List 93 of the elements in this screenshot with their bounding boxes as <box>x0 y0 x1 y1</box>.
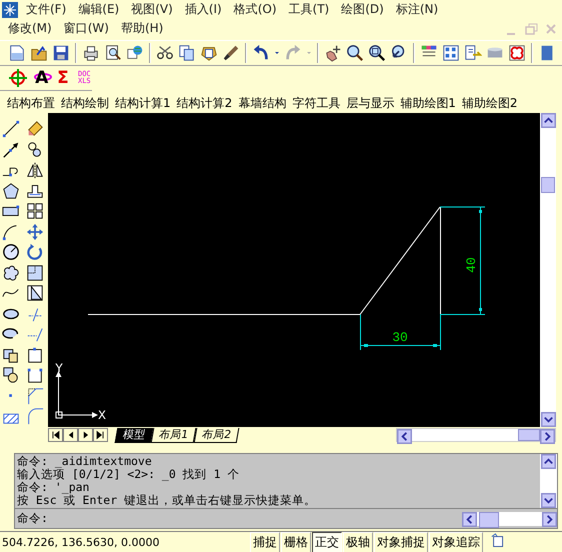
cloud-icon[interactable] <box>508 44 526 62</box>
command-line: 命令: _aidimtextmove <box>17 455 153 468</box>
status-toggle[interactable]: 捕捉 <box>250 532 280 552</box>
eraser-icon[interactable] <box>26 120 44 138</box>
menu-tab[interactable]: 结构绘制 <box>58 94 112 112</box>
make-block-icon[interactable] <box>2 366 20 384</box>
toolbar-button[interactable]: Σ <box>55 68 71 88</box>
line-icon[interactable] <box>2 120 20 138</box>
axis-label: X <box>98 408 106 423</box>
menu-item[interactable]: 视图(V) <box>125 1 179 18</box>
scroll-thumb[interactable] <box>541 177 555 193</box>
menu-item[interactable]: 工具(T) <box>282 1 336 18</box>
menu-item[interactable]: 帮助(H) <box>114 20 170 37</box>
scroll-thumb[interactable] <box>479 512 499 528</box>
axis-label: Y <box>55 361 63 376</box>
array-icon[interactable] <box>26 202 44 220</box>
scale-icon[interactable] <box>26 264 44 282</box>
chamfer-icon[interactable] <box>26 386 44 404</box>
brush-icon[interactable] <box>222 44 240 62</box>
document-arrow-icon[interactable] <box>464 44 482 62</box>
menu-item[interactable]: 文件(F) <box>20 1 72 18</box>
mirror-icon[interactable] <box>26 161 44 179</box>
rotate-icon[interactable] <box>26 243 44 261</box>
menu-item[interactable]: 格式(O) <box>228 1 283 18</box>
last-icon[interactable] <box>93 428 108 442</box>
scroll-left-icon[interactable] <box>462 512 477 526</box>
layout-tab[interactable]: 模型 <box>114 428 154 442</box>
undo-icon[interactable] <box>252 44 270 62</box>
revision-cloud-icon[interactable] <box>2 264 20 282</box>
circle-icon[interactable] <box>2 243 20 261</box>
copy-icon[interactable] <box>178 44 196 62</box>
menu-tab[interactable]: 结构布置 <box>4 94 58 112</box>
scroll-up-icon[interactable] <box>541 454 556 469</box>
status-toggle[interactable]: 栅格 <box>281 532 311 552</box>
save-icon[interactable] <box>52 44 70 62</box>
crosshair-icon[interactable] <box>8 68 28 88</box>
paste-icon[interactable] <box>200 44 218 62</box>
copy-circles-icon[interactable] <box>26 140 44 158</box>
zoom-window-icon[interactable] <box>368 44 386 62</box>
open-folder-icon[interactable] <box>30 44 48 62</box>
app-logo-icon <box>2 2 18 18</box>
status-toggle[interactable]: 极轴 <box>343 532 373 552</box>
scroll-up-icon[interactable] <box>540 113 556 128</box>
menu-item[interactable]: 插入(I) <box>178 1 228 18</box>
menu-item[interactable]: 标注(N) <box>390 1 444 18</box>
menu-item[interactable]: 修改(M) <box>2 20 58 37</box>
fillet-icon[interactable] <box>26 407 44 425</box>
command-line: 命令: '_pan <box>17 481 90 494</box>
drawing-canvas[interactable]: 30 40 X Y <box>48 113 540 427</box>
menu-tab[interactable]: 结构计算1 <box>112 94 174 112</box>
status-toggle[interactable]: 正交 <box>312 532 342 552</box>
layout-tab[interactable]: 布局2 <box>194 428 240 442</box>
menu-tab[interactable]: 层与显示 <box>343 94 398 112</box>
command-line: 输入选项 [0/1/2] <2>: _0 找到 1 个 <box>17 468 240 481</box>
scissors-icon[interactable] <box>156 44 174 62</box>
first-icon[interactable] <box>48 428 63 442</box>
globe-icon[interactable] <box>126 44 144 62</box>
scroll-right-icon[interactable] <box>540 429 555 444</box>
command-prompt[interactable]: 命令: <box>15 511 462 526</box>
next-icon[interactable] <box>78 428 93 442</box>
menu-tab[interactable]: 辅助绘图2 <box>458 94 521 112</box>
printer-icon[interactable] <box>82 44 100 62</box>
dimension-text: 30 <box>392 330 408 345</box>
menu-item[interactable]: 编辑(E) <box>72 1 126 18</box>
dimension-text: 40 <box>464 257 479 273</box>
scroll-right-icon[interactable] <box>542 512 557 526</box>
coordinates: 504.7226, 136.5630, 0.0000 <box>1 536 160 548</box>
command-line: 按 Esc 或 Enter 键退出，或单击右键显示快捷菜单。 <box>17 494 318 507</box>
scroll-down-icon[interactable] <box>541 493 556 508</box>
break-at-point-icon[interactable] <box>26 366 44 384</box>
prev-icon[interactable] <box>63 428 78 442</box>
break-icon[interactable] <box>26 346 44 364</box>
scroll-thumb[interactable] <box>518 429 540 441</box>
ucs-icon <box>56 371 98 418</box>
menu-item[interactable]: 绘图(D) <box>335 1 390 18</box>
status-toggle[interactable]: 对象追踪 <box>429 532 483 552</box>
layout-tab[interactable]: 布局1 <box>150 428 196 442</box>
status-toggle[interactable]: 对象捕捉 <box>374 532 428 552</box>
menu-tab[interactable]: 字符工具 <box>289 94 344 112</box>
menu-tab[interactable]: 辅助绘图1 <box>397 94 459 112</box>
scroll-left-icon[interactable] <box>397 429 412 444</box>
grid-panel-icon[interactable] <box>442 44 460 62</box>
pentagon-icon[interactable] <box>2 182 20 200</box>
stretch-icon[interactable] <box>26 284 44 302</box>
menu-item[interactable]: 窗口(W) <box>58 20 115 37</box>
scroll-down-icon[interactable] <box>540 412 556 427</box>
move-icon[interactable] <box>26 222 44 240</box>
new-file-icon[interactable] <box>8 44 26 62</box>
ray-icon[interactable] <box>2 140 20 158</box>
menu-tab[interactable]: 结构计算2 <box>174 94 236 112</box>
zoom-icon[interactable] <box>346 44 364 62</box>
menu-tab[interactable]: 幕墙结构 <box>235 94 290 112</box>
preview-icon[interactable] <box>104 44 122 62</box>
